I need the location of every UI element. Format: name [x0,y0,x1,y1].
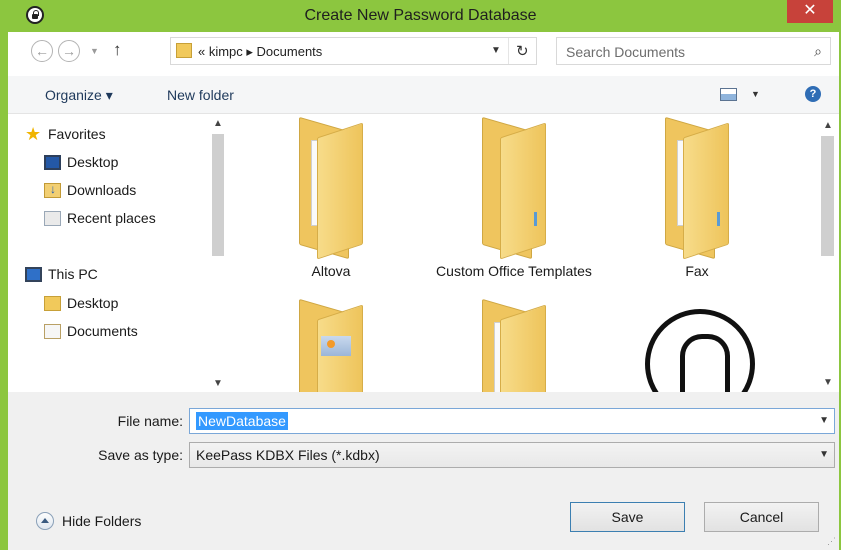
folder-documents-partial[interactable] [434,298,594,392]
folder-label: Altova [311,263,351,279]
navigation-bar: ← → ▼ ↑ « kimpc ▸ Documents ▼ ↻ Search D… [8,32,839,76]
sidebar-item-label: Desktop [67,154,119,170]
folder-icon [665,116,729,260]
resize-grip-icon[interactable]: ⋰ [827,536,836,547]
sidebar-item-downloads[interactable]: Downloads [44,180,136,200]
folder-icon [44,295,61,311]
dialog-body: ← → ▼ ↑ « kimpc ▸ Documents ▼ ↻ Search D… [8,32,839,550]
scrollbar-thumb[interactable] [212,134,224,256]
collapse-icon [36,512,54,530]
close-button[interactable]: ✕ [787,0,833,23]
back-arrow-icon[interactable]: ← [31,40,53,62]
save-button[interactable]: Save [570,502,685,532]
hide-folders-label: Hide Folders [62,513,142,529]
divider [508,38,509,64]
help-icon[interactable]: ? [805,86,821,102]
sidebar-item-documents[interactable]: Documents [44,321,138,341]
scroll-up-icon[interactable]: ▲ [213,118,223,129]
scroll-up-icon[interactable]: ▲ [823,120,833,131]
folder-icon [482,298,546,392]
documents-icon [44,323,61,339]
sidebar-item-favorites[interactable]: ★ Favorites [25,124,106,144]
recent-places-icon [44,210,61,226]
folder-pictures[interactable] [251,298,411,392]
sidebar-item-label: Favorites [48,126,106,142]
downloads-icon [44,182,61,198]
sidebar-item-label: Documents [67,323,138,339]
forward-arrow-icon[interactable]: → [58,40,80,62]
sidebar-item-this-pc[interactable]: This PC [25,264,98,284]
folder-icon [482,116,546,260]
scroll-down-icon[interactable]: ▼ [823,377,833,388]
scrollbar-thumb[interactable] [821,136,834,256]
recent-locations-dropdown[interactable]: ▼ [90,46,99,56]
view-icon[interactable] [720,88,737,101]
chevron-down-icon[interactable]: ▼ [819,449,829,460]
navigation-pane: ★ Favorites Desktop Downloads Recent pla… [8,114,229,392]
folder-fax[interactable]: Fax [617,116,777,280]
sidebar-item-label: This PC [48,266,98,282]
sidebar-item-label: Desktop [67,295,119,311]
file-list: Altova Custom Office Templates Fax ▲ ▼ [229,114,839,392]
sidebar-item-desktop[interactable]: Desktop [44,152,118,172]
save-type-label: Save as type: [98,447,183,463]
save-type-value: KeePass KDBX Files (*.kdbx) [196,447,380,463]
sidebar-item-label: Downloads [67,182,137,198]
cancel-button[interactable]: Cancel [704,502,819,532]
scroll-down-icon[interactable]: ▼ [213,378,223,389]
chevron-down-icon[interactable]: ▼ [491,45,501,56]
search-box[interactable]: Search Documents ⌕ [556,37,831,65]
command-toolbar: Organize ▾ New folder ▼ ? [8,76,839,114]
sidebar-item-recent-places[interactable]: Recent places [44,208,156,228]
sidebar-item-pc-desktop[interactable]: Desktop [44,293,118,313]
window-title: Create New Password Database [304,7,537,24]
star-icon: ★ [25,123,42,144]
desktop-icon [44,154,61,170]
folder-icon [176,43,192,58]
file-name-label: File name: [117,413,183,429]
folder-custom-office-templates[interactable]: Custom Office Templates [434,116,594,280]
folder-icon [299,298,363,392]
search-icon[interactable]: ⌕ [814,43,822,60]
file-name-field[interactable]: NewDatabase ▼ [189,408,835,434]
sidebar-item-label: Recent places [67,210,156,226]
search-input[interactable]: Search Documents [566,44,685,60]
folder-altova[interactable]: Altova [251,116,411,280]
folder-label: Fax [685,263,709,279]
save-form: File name: NewDatabase ▼ Save as type: K… [8,392,839,550]
folder-label: Custom Office Templates [436,263,592,279]
up-arrow-icon[interactable]: ↑ [113,40,122,60]
address-path[interactable]: « kimpc ▸ Documents [198,44,322,60]
organize-menu[interactable]: Organize ▾ [45,87,113,104]
hide-folders-button[interactable]: Hide Folders [36,512,141,530]
chevron-down-icon[interactable]: ▼ [819,415,829,426]
save-type-select[interactable]: KeePass KDBX Files (*.kdbx) ▼ [189,442,835,468]
address-bar[interactable]: « kimpc ▸ Documents ▼ ↻ [170,37,537,65]
view-dropdown-icon[interactable]: ▼ [751,89,760,99]
new-folder-button[interactable]: New folder [167,87,234,103]
computer-icon [25,266,42,282]
title-bar: Create New Password Database ✕ [0,0,841,32]
keepass-logo-icon[interactable] [645,309,755,392]
file-name-input[interactable]: NewDatabase [196,412,288,430]
folder-icon [299,116,363,260]
refresh-icon[interactable]: ↻ [516,42,529,60]
